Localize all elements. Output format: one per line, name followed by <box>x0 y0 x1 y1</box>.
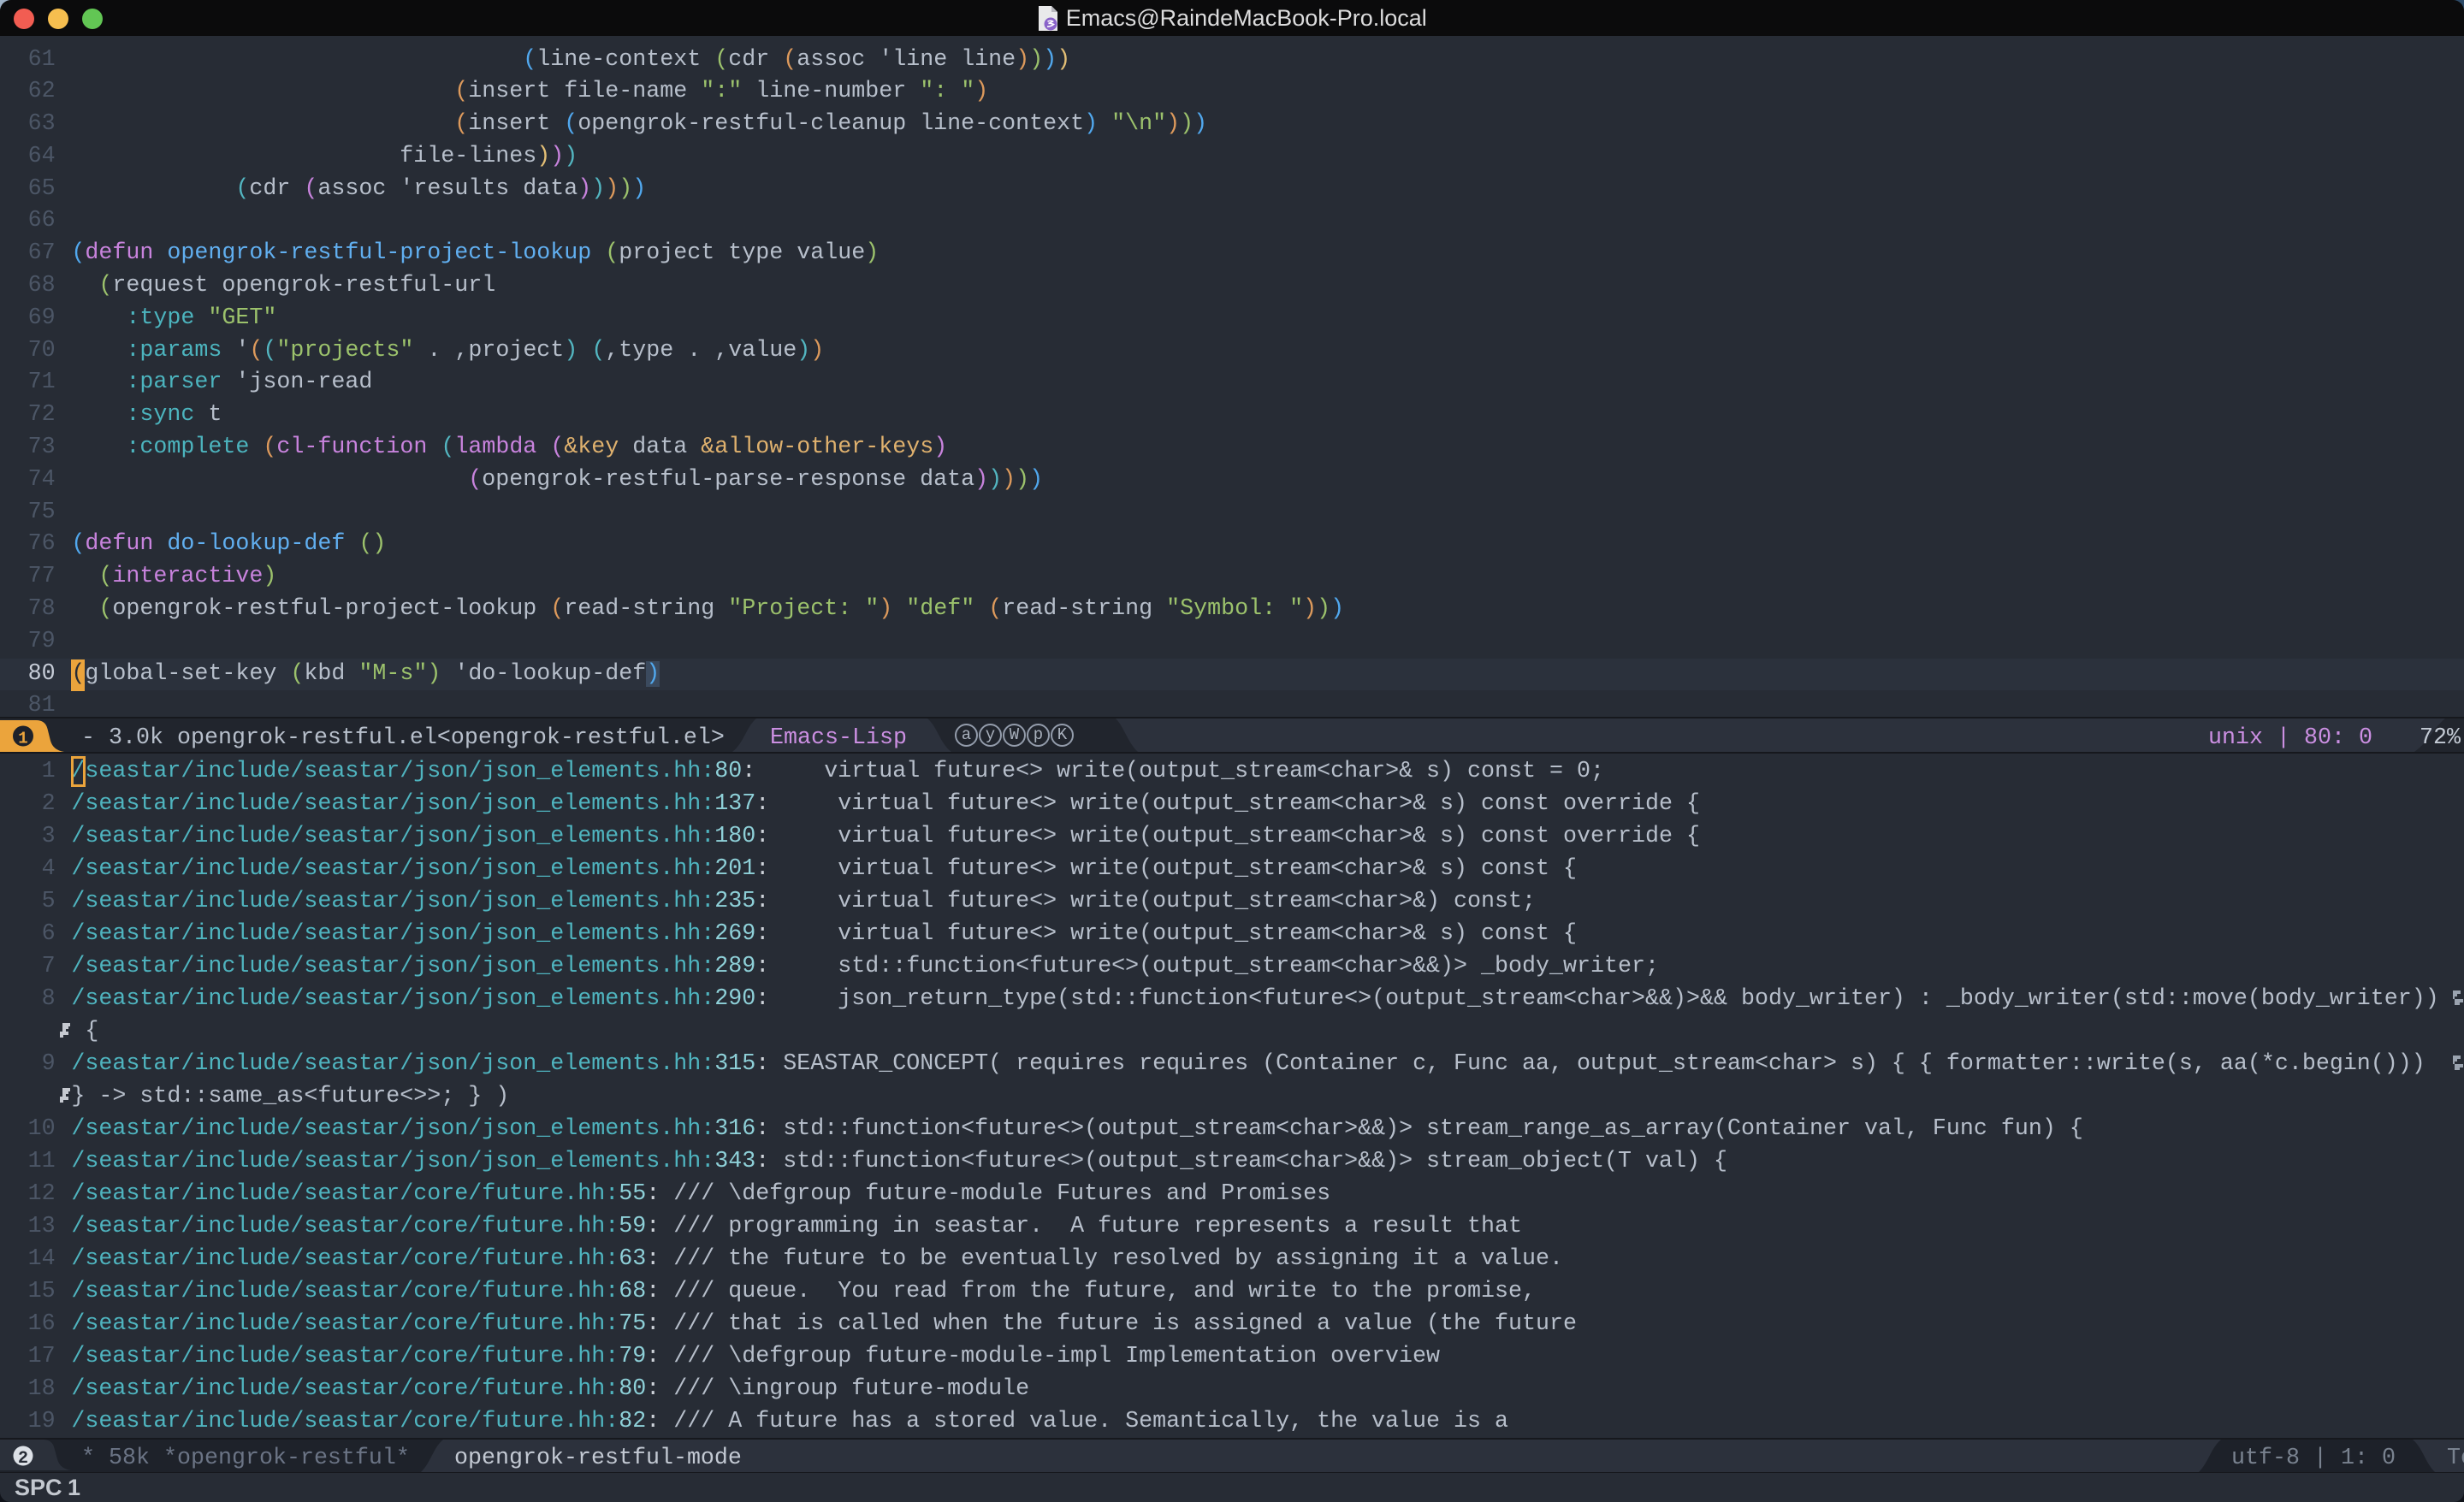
svg-text:1: 1 <box>18 730 27 748</box>
svg-text:2: 2 <box>18 1449 28 1469</box>
